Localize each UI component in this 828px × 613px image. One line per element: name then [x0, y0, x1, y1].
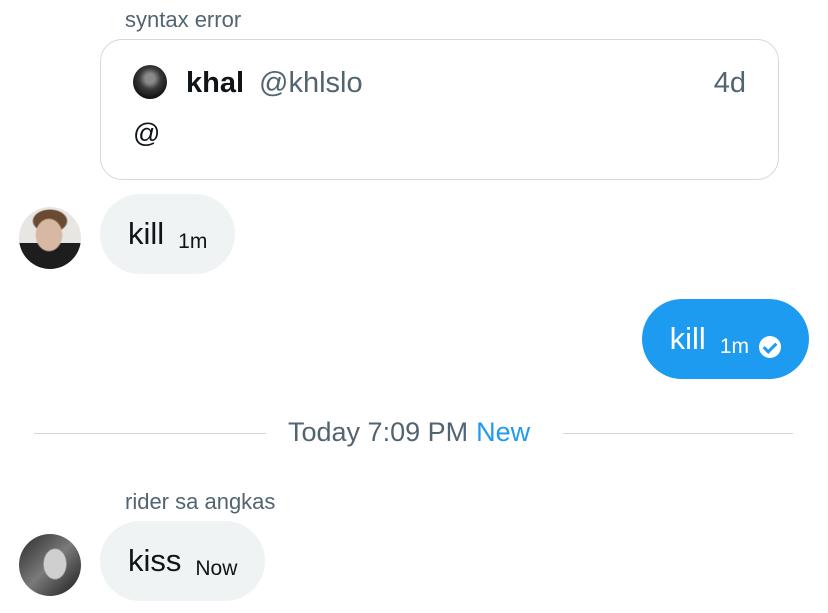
divider-line-right	[563, 433, 793, 434]
message-time: Now	[195, 557, 238, 580]
sender-avatar[interactable]	[19, 207, 81, 269]
check-circle-icon	[759, 336, 781, 358]
message-time: 1m	[178, 230, 208, 253]
quoted-display-name: khal	[186, 67, 245, 99]
quoted-text: @	[133, 118, 161, 148]
message-time: 1m	[719, 335, 749, 358]
quoted-handle: @khlslo	[259, 67, 363, 99]
divider-line-left	[34, 433, 266, 434]
sender-name: rider sa angkas	[125, 489, 276, 514]
sender-avatar[interactable]	[19, 534, 81, 596]
date-divider: Today 7:09 PM New	[288, 417, 530, 448]
message-bubble-incoming[interactable]: kiss Now	[100, 521, 266, 601]
date-label: Today 7:09 PM	[288, 417, 469, 447]
message-text: kiss	[128, 543, 182, 578]
quoted-tweet-card[interactable]: khal @khlslo 4d @	[100, 39, 779, 180]
quoted-timestamp: 4d	[713, 67, 746, 99]
new-label: New	[476, 417, 531, 447]
message-text: kill	[128, 216, 165, 251]
quoted-avatar[interactable]	[133, 65, 167, 99]
message-bubble-outgoing[interactable]: kill 1m	[641, 299, 809, 379]
message-bubble-incoming[interactable]: kill 1m	[100, 194, 236, 274]
message-text: kill	[669, 321, 706, 356]
sender-name: syntax error	[125, 7, 242, 32]
